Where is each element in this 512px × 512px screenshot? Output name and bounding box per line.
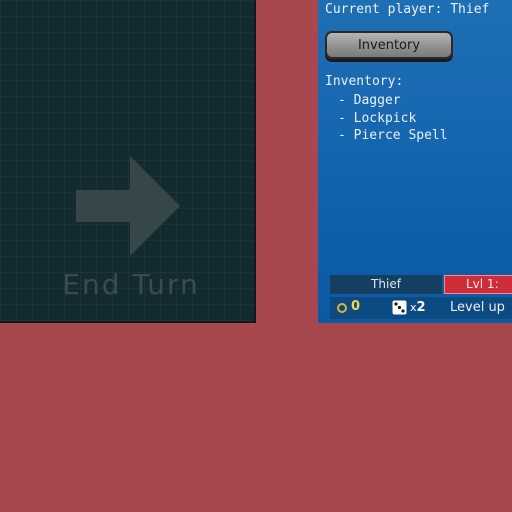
end-turn-button[interactable]: End Turn xyxy=(0,0,256,323)
inventory-item: - Pierce Spell xyxy=(338,128,448,143)
dice-count-value: 2 xyxy=(416,300,426,315)
end-turn-label: End Turn xyxy=(62,268,200,301)
coin-icon xyxy=(337,303,347,313)
level-up-button[interactable]: Level up xyxy=(450,300,505,315)
level-badge: Lvl 1: xyxy=(444,275,512,294)
coin-count: 0 xyxy=(351,299,361,314)
class-name: Thief xyxy=(330,275,442,294)
inventory-item: - Dagger xyxy=(338,93,401,108)
game-screen: End Turn Current player: Thief Inventory… xyxy=(0,0,512,512)
stats-row: 0 x2 Level up xyxy=(330,297,512,319)
class-row: Thief Lvl 1: xyxy=(330,275,512,294)
inventory-list: - Dagger - Lockpick - Pierce Spell xyxy=(338,92,448,145)
player-info-panel: Current player: Thief Inventory Inventor… xyxy=(318,0,512,323)
die-icon xyxy=(392,300,407,315)
current-player-text: Current player: Thief xyxy=(325,2,490,17)
inventory-item: - Lockpick xyxy=(338,110,417,126)
inventory-button[interactable]: Inventory xyxy=(325,31,453,59)
inventory-heading: Inventory: xyxy=(325,74,404,89)
dice-count: x2 xyxy=(410,300,426,315)
arrow-right-icon xyxy=(76,156,180,256)
